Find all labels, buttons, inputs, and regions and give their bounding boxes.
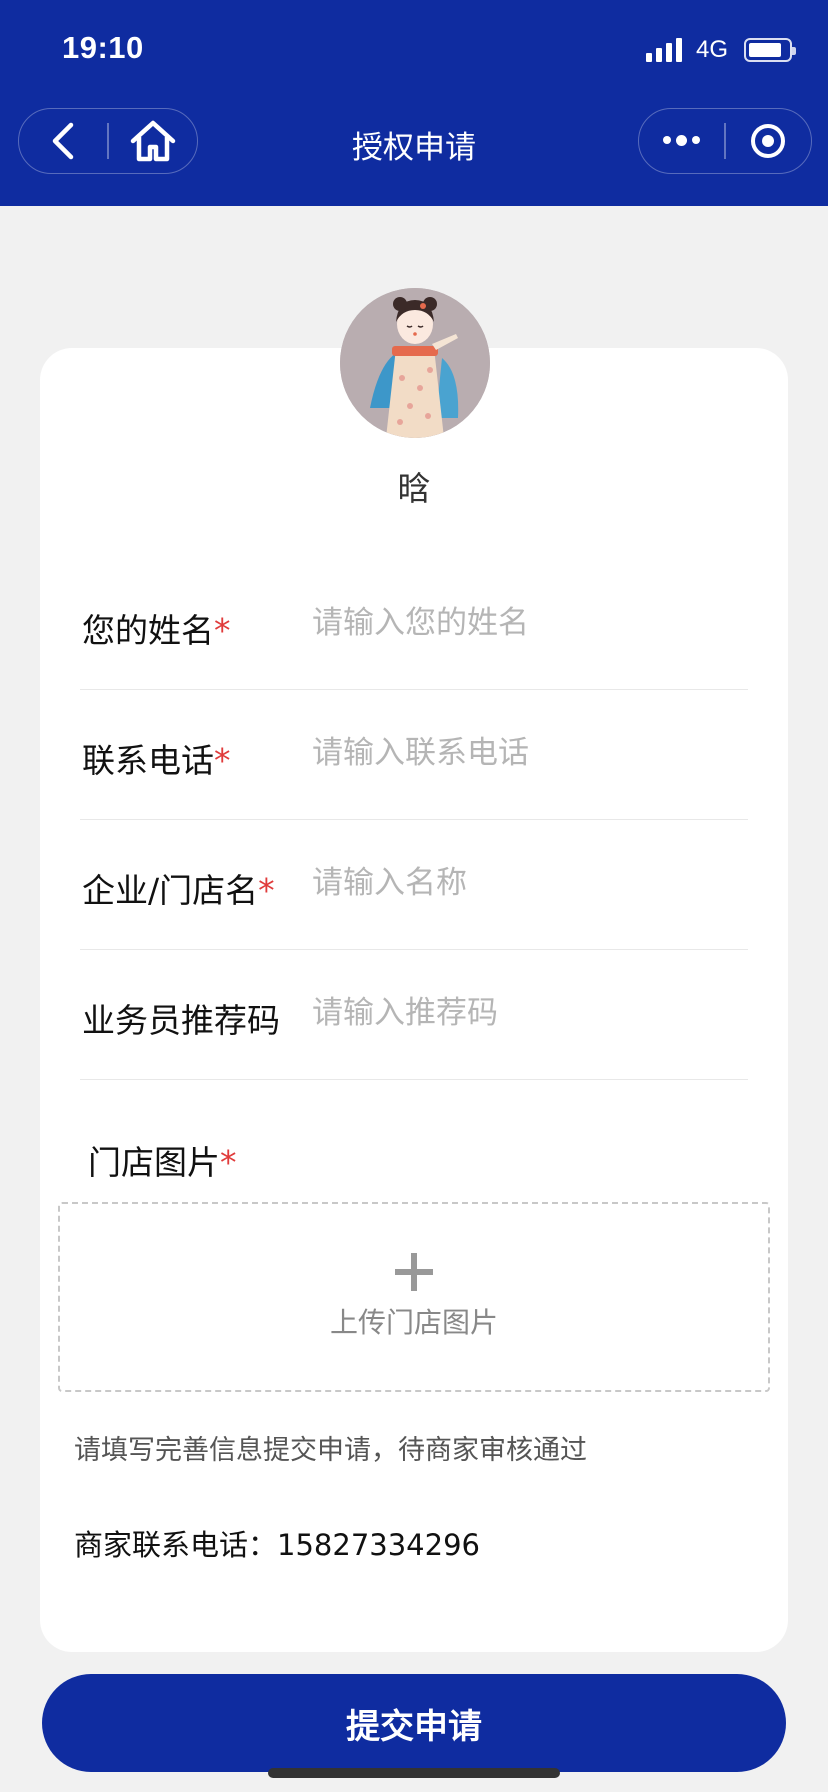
required-mark: *	[220, 1143, 237, 1182]
store-name-field: 企业/门店名*	[80, 820, 748, 950]
home-indicator	[268, 1768, 560, 1778]
close-miniprogram-button[interactable]	[726, 109, 811, 173]
store-photo-label: 门店图片*	[88, 1143, 237, 1182]
merchant-contact: 商家联系电话：15827334296	[74, 1522, 480, 1564]
referral-code-label: 业务员推荐码	[82, 1001, 280, 1040]
name-field: 您的姓名*	[80, 560, 748, 690]
name-label: 您的姓名*	[82, 611, 231, 650]
required-mark: *	[214, 741, 231, 780]
merchant-phone-label: 商家联系电话：	[74, 1528, 278, 1562]
top-bar: 19:10 4G 授权申请	[0, 0, 828, 206]
upload-photo-label: 上传门店图片	[329, 1306, 498, 1339]
network-label: 4G	[695, 36, 728, 63]
required-mark: *	[258, 871, 275, 910]
nickname: 晗	[397, 469, 431, 508]
merchant-phone: 15827334296	[277, 1528, 480, 1562]
name-input[interactable]	[312, 598, 732, 648]
plus-icon	[395, 1253, 433, 1291]
avatar-illustration	[340, 288, 490, 438]
store-name-input[interactable]	[312, 858, 732, 908]
status-icons: 4G	[645, 34, 796, 66]
phone-input[interactable]	[312, 728, 732, 778]
more-button[interactable]	[639, 109, 724, 173]
battery-icon	[744, 38, 796, 62]
submit-button[interactable]: 提交申请	[42, 1674, 786, 1772]
more-dots-icon	[663, 134, 701, 146]
status-time: 19:10	[62, 30, 144, 65]
phone-label: 联系电话*	[82, 741, 231, 780]
referral-code-field: 业务员推荐码	[80, 950, 748, 1080]
store-name-label: 企业/门店名*	[82, 871, 275, 910]
target-close-icon	[751, 124, 786, 158]
nav-right-capsule	[638, 108, 812, 174]
required-mark: *	[214, 611, 231, 650]
avatar	[340, 288, 490, 438]
upload-photo-button[interactable]: 上传门店图片	[58, 1202, 770, 1392]
referral-code-input[interactable]	[312, 988, 732, 1038]
signal-icon	[645, 38, 682, 62]
phone-field: 联系电话*	[80, 690, 748, 820]
review-notice: 请填写完善信息提交申请，待商家审核通过	[74, 1435, 587, 1466]
